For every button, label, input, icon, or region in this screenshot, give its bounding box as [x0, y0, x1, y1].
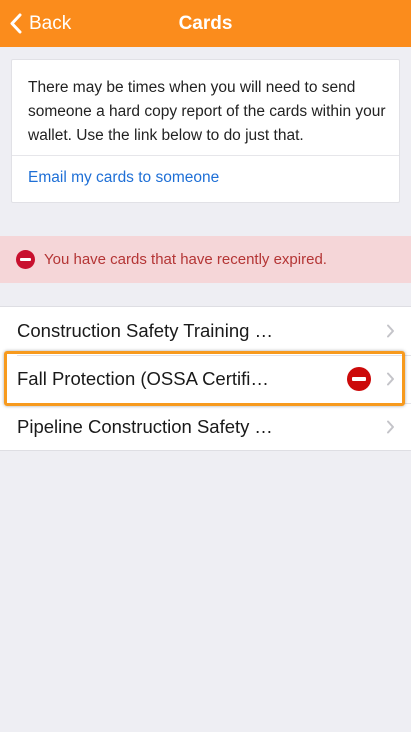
alert-stop-icon — [16, 250, 35, 269]
expired-stop-icon — [347, 367, 371, 391]
card-label: Pipeline Construction Safety Training (P… — [17, 416, 277, 437]
page-title: Cards — [178, 12, 233, 34]
chevron-right-icon — [387, 420, 394, 434]
card-row-csts[interactable]: Construction Safety Training System (CST… — [0, 307, 411, 355]
info-text: There may be times when you will need to… — [28, 79, 386, 144]
expired-alert-banner: You have cards that have recently expire… — [0, 236, 411, 283]
card-row-fall-protection[interactable]: Fall Protection (OSSA Certified) — [0, 355, 411, 403]
card-row-pcst[interactable]: Pipeline Construction Safety Training (P… — [0, 403, 411, 451]
chevron-right-icon — [387, 324, 394, 338]
chevron-right-icon — [387, 372, 394, 386]
cards-list: Construction Safety Training System (CST… — [0, 306, 411, 451]
divider — [12, 155, 399, 156]
info-card: There may be times when you will need to… — [11, 59, 400, 203]
email-cards-link[interactable]: Email my cards to someone — [28, 169, 219, 187]
nav-bar: Back Cards — [0, 0, 411, 47]
card-label: Construction Safety Training System (CST… — [17, 320, 277, 341]
alert-text: You have cards that have recently expire… — [44, 251, 327, 268]
card-label: Fall Protection (OSSA Certified) — [17, 368, 277, 389]
